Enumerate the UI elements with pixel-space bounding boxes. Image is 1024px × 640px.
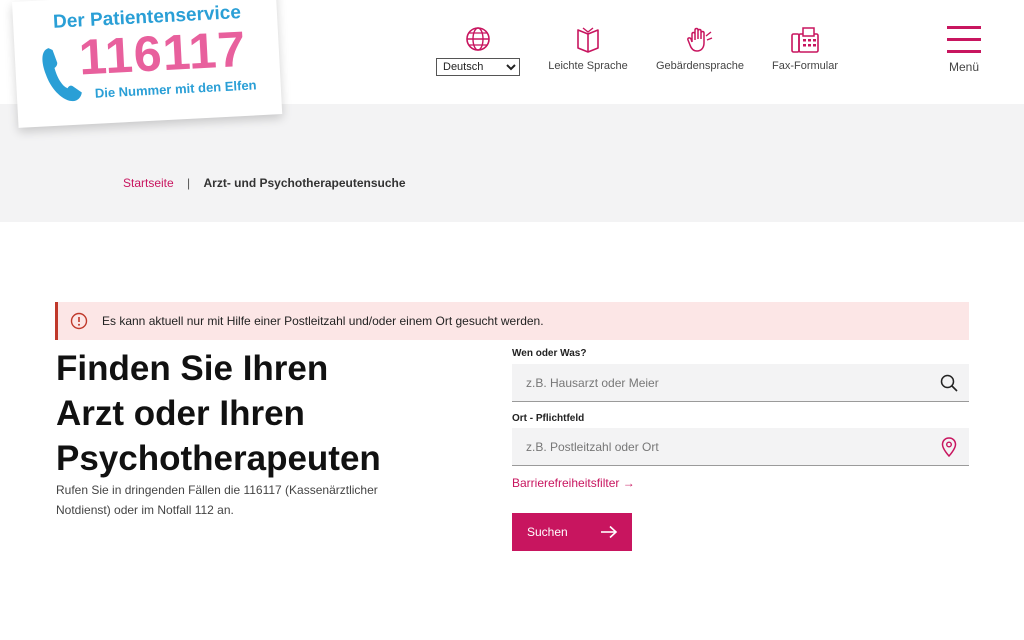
logo[interactable]: Der Patientenservice 116117 Die Nummer m… — [12, 0, 283, 128]
location-field — [512, 428, 969, 466]
page-title: Finden Sie Ihren Arzt oder Ihren Psychot… — [56, 346, 476, 481]
arrow-right-icon — [601, 525, 618, 539]
sign-language-label: Gebärdensprache — [655, 60, 745, 72]
who-label: Wen oder Was? — [512, 348, 587, 359]
search-button-label: Suchen — [527, 525, 568, 539]
hamburger-icon-bar — [947, 50, 981, 53]
accessibility-filter-link[interactable]: Barrierefreiheitsfilter → — [512, 476, 635, 490]
page-title-line: Finden Sie Ihren — [56, 349, 329, 388]
breadcrumb-separator: | — [187, 176, 191, 190]
globe-icon — [466, 27, 490, 51]
fax-form-label: Fax-Formular — [771, 60, 838, 72]
menu-button[interactable]: Menü — [944, 26, 984, 74]
breadcrumb-current: Arzt- und Psychotherapeutensuche — [203, 176, 406, 190]
language-switcher: Deutsch — [436, 26, 520, 76]
easy-language-label: Leichte Sprache — [548, 60, 628, 72]
emergency-hint: Rufen Sie in dringenden Fällen die 11611… — [56, 483, 378, 517]
menu-label: Menü — [948, 60, 980, 74]
hamburger-icon — [947, 26, 981, 29]
breadcrumb-band: Startseite | Arzt- und Psychotherapeuten… — [0, 104, 1024, 222]
breadcrumb-home-link[interactable]: Startseite — [123, 176, 174, 190]
hamburger-icon-bar — [947, 38, 981, 41]
book-icon — [577, 27, 599, 53]
sign-language-link[interactable]: Gebärdensprache — [654, 26, 746, 72]
fax-form-link[interactable]: Fax-Formular — [770, 26, 840, 72]
info-alert: Es kann aktuell nur mit Hilfe einer Post… — [55, 302, 969, 340]
site-header: Der Patientenservice 116117 Die Nummer m… — [0, 0, 1024, 128]
page-title-line: Psychotherapeuten — [56, 439, 381, 478]
page-title-line: Arzt oder Ihren — [56, 394, 305, 433]
search-button[interactable]: Suchen — [512, 513, 632, 551]
language-select[interactable]: Deutsch — [436, 58, 520, 76]
logo-number: 116117 — [77, 20, 248, 86]
fax-icon — [791, 27, 819, 53]
who-input[interactable] — [512, 364, 929, 401]
who-field — [512, 364, 969, 402]
sign-language-icon — [687, 27, 713, 52]
alert-text: Es kann aktuell nur mit Hilfe einer Post… — [102, 314, 544, 328]
easy-language-link[interactable]: Leichte Sprache — [546, 26, 630, 72]
alert-info-icon — [70, 312, 88, 330]
location-label: Ort - Pflichtfeld — [512, 413, 585, 424]
search-icon[interactable] — [929, 374, 969, 392]
location-pin-icon[interactable] — [929, 436, 969, 457]
breadcrumb: Startseite | Arzt- und Psychotherapeuten… — [123, 176, 406, 190]
location-input[interactable] — [512, 428, 929, 465]
